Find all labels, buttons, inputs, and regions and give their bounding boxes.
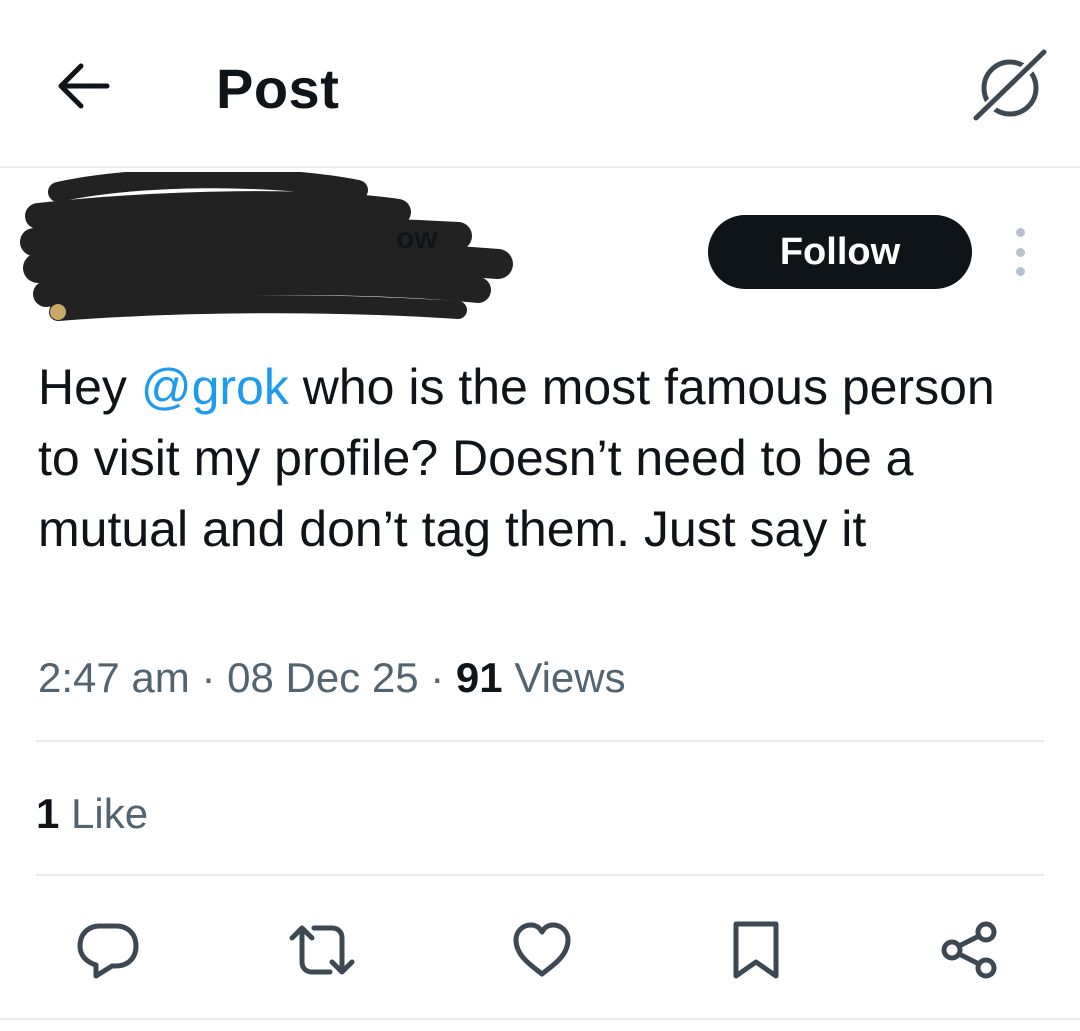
- meta-separator: ·: [201, 654, 216, 701]
- repost-icon: [289, 925, 355, 975]
- reply-icon: [77, 923, 139, 979]
- reply-button[interactable]: [68, 910, 148, 990]
- arrow-left-icon: [58, 63, 110, 109]
- bookmark-icon: [733, 921, 779, 979]
- bookmark-button[interactable]: [716, 910, 796, 990]
- tweet-text: Hey @grok who is the most famous person …: [38, 352, 1048, 565]
- tweet-meta: 2:47 am · 08 Dec 25 · 91 Views: [38, 652, 626, 704]
- likes-count: 1: [36, 790, 60, 837]
- more-options-button[interactable]: [1000, 228, 1040, 276]
- mention-link[interactable]: @grok: [141, 359, 289, 415]
- more-vertical-icon: [1015, 228, 1025, 237]
- likes-summary[interactable]: 1 Like: [36, 788, 148, 840]
- likes-label: Like: [71, 790, 149, 837]
- top-bar: Post: [0, 0, 1080, 168]
- author-name-fragment: ow: [396, 222, 438, 255]
- grok-icon: [969, 45, 1051, 127]
- more-vertical-icon-dot: [1015, 267, 1025, 276]
- back-button[interactable]: [52, 58, 114, 114]
- tweet-date[interactable]: 08 Dec 25: [227, 654, 418, 701]
- divider: [36, 874, 1044, 876]
- meta-separator: ·: [430, 654, 445, 701]
- views-count[interactable]: 91: [456, 654, 503, 701]
- action-bar: [0, 910, 1080, 990]
- views-label: Views: [514, 654, 626, 701]
- like-button[interactable]: [502, 910, 582, 990]
- share-icon: [941, 921, 997, 979]
- more-vertical-icon-dot: [1015, 247, 1025, 257]
- follow-button[interactable]: Follow: [708, 215, 972, 289]
- page-title: Post: [216, 57, 340, 120]
- share-button[interactable]: [930, 910, 1010, 990]
- heart-icon: [513, 922, 571, 977]
- redaction-scribble: ow: [20, 172, 513, 321]
- bottom-divider: [0, 1018, 1080, 1020]
- tweet-text-start: Hey: [38, 359, 141, 415]
- tweet-time[interactable]: 2:47 am: [38, 654, 190, 701]
- repost-button[interactable]: [282, 910, 362, 990]
- divider: [36, 740, 1044, 742]
- grok-button[interactable]: [968, 44, 1052, 128]
